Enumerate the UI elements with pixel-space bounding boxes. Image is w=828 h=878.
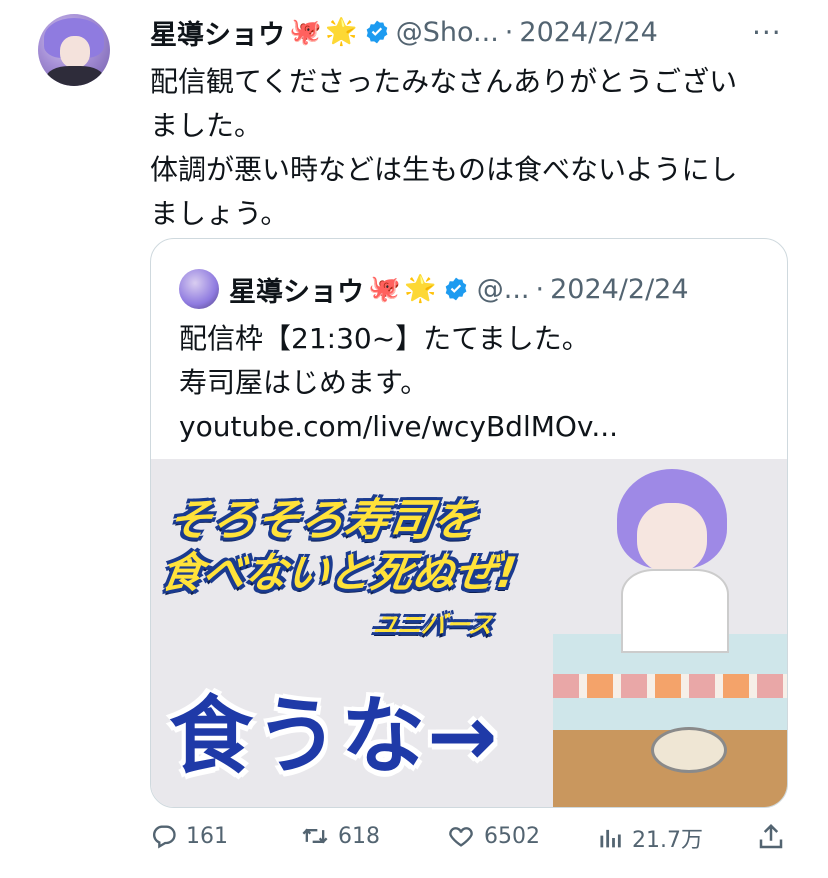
tweet-text: 配信観てくださったみなさんありがとうござい ました。 体調が悪い時などは生ものは… xyxy=(150,60,790,236)
views-button[interactable]: 21.7万 xyxy=(596,822,703,854)
author-name[interactable]: 星導ショウ xyxy=(150,13,285,52)
chef-body xyxy=(621,569,729,653)
views-count: 21.7万 xyxy=(632,828,703,853)
reply-icon xyxy=(153,825,176,849)
octopus-emoji: 🐙 xyxy=(289,17,322,47)
retweet-icon xyxy=(302,828,328,844)
octopus-emoji: 🐙 xyxy=(368,274,401,304)
author-avatar[interactable] xyxy=(38,14,110,86)
tweet-header: 星導ショウ 🐙 🌟 @Sho... · 2024/2/24 xyxy=(150,12,658,52)
quoted-author-name: 星導ショウ xyxy=(229,276,364,308)
chef-character xyxy=(611,469,731,653)
author-handle[interactable]: @Sho... xyxy=(396,17,499,48)
star-emoji: 🌟 xyxy=(325,17,358,47)
quoted-tweet-date: 2024/2/24 xyxy=(550,273,689,305)
quoted-author-handle: @... xyxy=(476,273,530,305)
quoted-author-avatar xyxy=(179,269,219,309)
like-button[interactable]: 6502 xyxy=(446,822,540,850)
retweet-button[interactable]: 618 xyxy=(300,822,380,850)
retweet-count: 618 xyxy=(338,823,380,849)
views-icon xyxy=(600,829,621,848)
share-button[interactable] xyxy=(756,822,794,852)
thumbnail-title-line1: そろそろ寿司を xyxy=(164,495,480,546)
heart-icon xyxy=(449,827,473,847)
reply-button[interactable]: 161 xyxy=(150,822,228,850)
sushi-display-row xyxy=(553,674,787,698)
reply-count: 161 xyxy=(186,823,228,849)
quoted-line: 寿司屋はじめます。 xyxy=(179,366,429,399)
separator-dot: · xyxy=(504,16,514,48)
quoted-link: youtube.com/live/wcyBdlMOv... xyxy=(179,410,619,443)
chef-face xyxy=(637,503,707,573)
quoted-tweet-header: 星導ショウ 🐙 🌟 @... · 2024/2/24 xyxy=(179,269,689,309)
avatar-face xyxy=(60,36,90,68)
thumbnail-caption: 食うな→ xyxy=(169,687,500,785)
more-horizontal-icon[interactable]: ··· xyxy=(752,16,782,49)
tweet-line: 配信観てくださったみなさんありがとうござい xyxy=(150,65,738,98)
star-emoji: 🌟 xyxy=(404,274,437,304)
thumbnail-title-line2: 食べないと死ぬぜ! xyxy=(157,548,520,597)
quoted-line: 配信枠【21:30~】たてました。 xyxy=(179,322,590,355)
verified-badge-icon xyxy=(443,276,469,302)
oyster-icon xyxy=(651,727,727,773)
tweet-line: ましょう。 xyxy=(150,197,289,230)
tweet-line: ました。 xyxy=(150,109,263,142)
tweet-line: 体調が悪い時などは生ものは食べないようにし xyxy=(150,153,738,186)
quoted-tweet-text: 配信枠【21:30~】たてました。 寿司屋はじめます。 youtube.com/… xyxy=(179,317,618,449)
thumbnail-title-sub: ユニバース xyxy=(371,611,495,639)
verified-badge-icon xyxy=(364,19,390,45)
sushi-shop-background xyxy=(553,634,787,807)
avatar-coat xyxy=(46,66,104,86)
separator-dot: · xyxy=(535,273,545,305)
quoted-tweet-card[interactable]: 星導ショウ 🐙 🌟 @... · 2024/2/24 配信枠【21:30~】たて… xyxy=(150,238,788,808)
tweet-actions: 161 618 6502 21.7万 xyxy=(150,822,790,862)
like-count: 6502 xyxy=(484,823,540,849)
thumbnail-title: そろそろ寿司を 食べないと死ぬぜ! ユニバース xyxy=(151,495,602,651)
tweet-date[interactable]: 2024/2/24 xyxy=(519,17,657,48)
video-thumbnail[interactable]: そろそろ寿司を 食べないと死ぬぜ! ユニバース 食うな→ xyxy=(151,459,787,807)
share-icon xyxy=(759,823,783,849)
